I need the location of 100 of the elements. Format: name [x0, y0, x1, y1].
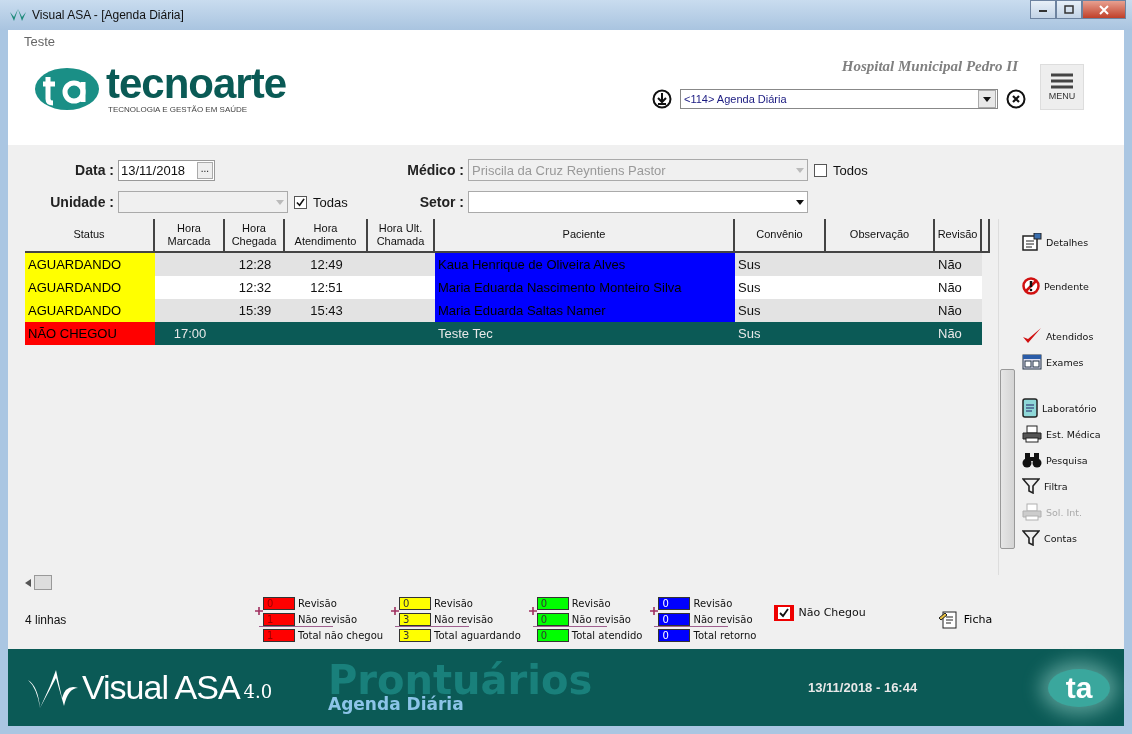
- table-row[interactable]: NÃO CHEGOU 17:00 Teste Tec Sus Não: [25, 321, 982, 345]
- table-cell: Maria Eduarda Saltas Namer: [435, 298, 735, 322]
- table-cell-text: Não: [937, 255, 963, 274]
- count-badge: 0: [536, 612, 569, 626]
- side-button[interactable]: Exames: [1016, 349, 1124, 375]
- window-title: Visual ASA - [Agenda Diária]: [32, 8, 185, 22]
- date-time: 13/11/2018 - 16:44: [808, 680, 919, 695]
- side-button[interactable]: Pesquisa: [1016, 447, 1124, 473]
- download-icon[interactable]: [652, 89, 672, 109]
- count-label: Revisão: [570, 597, 611, 611]
- field-label: Setor :: [418, 194, 465, 210]
- count-badge: 0: [399, 597, 432, 611]
- table-cell: Maria Eduarda Nascimento Monteiro Silva: [435, 275, 735, 299]
- count-label: Total retorno: [692, 629, 757, 643]
- column-header[interactable]: Paciente: [435, 218, 735, 253]
- checkbox[interactable]: [294, 195, 307, 209]
- column-header[interactable]: Status: [25, 218, 155, 253]
- count-label: Não revisão: [433, 612, 494, 626]
- column-header[interactable]: Revisão: [935, 218, 982, 253]
- plus-icon: [255, 607, 263, 616]
- date-picker-button[interactable]: ...: [196, 161, 213, 179]
- logo-text: tecnoarte: [106, 63, 287, 105]
- column-header[interactable]: Hora Ult. Chamada: [368, 218, 435, 253]
- count-label: Total aguardando: [433, 629, 521, 643]
- count-label: Revisão: [692, 597, 733, 611]
- count-label: Revisão: [433, 597, 473, 611]
- form-icon: [937, 609, 958, 630]
- side-button[interactable]: Atendidos: [1016, 323, 1124, 349]
- footer-logo: ta: [1048, 668, 1110, 707]
- checkbox-label: Todas: [313, 194, 348, 210]
- count-label: Não revisão: [570, 612, 631, 626]
- table-row[interactable]: AGUARDANDO 12:28 12:49 Kaua Henrique de Oliveira Alves Sus Não: [25, 252, 982, 276]
- menu-icon: [1051, 73, 1073, 89]
- field-label: Data :: [74, 162, 115, 178]
- document-icon: [1022, 233, 1042, 251]
- table-cell-text: Não: [937, 278, 963, 297]
- maximize-button[interactable]: [1056, 0, 1082, 19]
- side-button[interactable]: Est. Médica: [1016, 421, 1124, 447]
- arrow-left-icon[interactable]: [25, 578, 31, 587]
- column-header[interactable]: Convênio: [735, 218, 826, 253]
- count-badge: 0: [658, 612, 691, 626]
- table-row[interactable]: AGUARDANDO 15:39 15:43 Maria Eduarda Saltas Namer Sus Não: [25, 298, 982, 322]
- close-button[interactable]: [1082, 0, 1126, 19]
- plus-icon: [650, 607, 659, 616]
- table-cell-text: Não: [937, 301, 963, 320]
- hospital-name: Hospital Municipal Pedro II: [841, 58, 1018, 75]
- column-header[interactable]: Hora Marcada: [155, 218, 225, 253]
- count-badge: 1: [263, 612, 295, 626]
- count-label: Não revisão: [692, 612, 753, 626]
- side-button[interactable]: Detalhes: [1016, 229, 1124, 255]
- table-cell: AGUARDANDO: [25, 252, 155, 276]
- printer-icon: [1022, 503, 1042, 521]
- caret-icon: [796, 167, 804, 173]
- table-cell-text: Sus: [737, 255, 762, 274]
- logo-icon: [34, 66, 100, 111]
- side-button[interactable]: Filtra: [1016, 473, 1124, 499]
- count-badge: 3: [399, 612, 432, 626]
- check-icon: [779, 607, 790, 618]
- check-icon: [296, 197, 305, 207]
- count-badge: 0: [658, 597, 691, 611]
- table-cell-text: 17:00: [172, 324, 208, 343]
- column-header[interactable]: Observação: [826, 218, 935, 253]
- count-label: Total não chegou: [297, 629, 384, 643]
- product-name: Visual ASA: [82, 668, 240, 707]
- logo-tagline: TECNOLOGIA E GESTÃO EM SAÚDE: [108, 105, 249, 114]
- field-label: Médico :: [406, 162, 465, 178]
- checkbox[interactable]: [814, 163, 827, 177]
- column-header[interactable]: Hora Chegada: [225, 218, 285, 253]
- table-cell-text: 15:39: [237, 301, 273, 320]
- table-cell-text: 12:51: [309, 278, 344, 297]
- count-badge: 0: [263, 597, 295, 611]
- funnel-icon: [1022, 478, 1040, 494]
- plus-icon: [528, 607, 537, 616]
- side-button[interactable]: Laboratório: [1016, 395, 1124, 421]
- count-label: Não revisão: [297, 612, 358, 626]
- checkbox-label: Não Chegou: [798, 606, 866, 620]
- close-icon: [1099, 4, 1109, 15]
- table-cell-text: 12:49: [309, 255, 344, 274]
- product-version: 4.0: [243, 681, 273, 702]
- close-icon[interactable]: [1006, 89, 1026, 109]
- date-field[interactable]: 13/11/2018 ...: [118, 159, 215, 181]
- scrollbar-thumb[interactable]: [34, 575, 52, 591]
- side-button[interactable]: Pendente: [1016, 273, 1124, 299]
- count-label: Total atendido: [570, 629, 643, 643]
- table-cell: AGUARDANDO: [25, 275, 155, 299]
- menu-button[interactable]: MENU: [1040, 64, 1084, 110]
- table-cell-text: Teste Tec: [437, 324, 494, 343]
- side-button[interactable]: Contas: [1016, 525, 1124, 551]
- module-select[interactable]: <114> Agenda Diária: [680, 89, 998, 109]
- table-cell: AGUARDANDO: [25, 298, 155, 322]
- ficha-button[interactable]: Ficha: [937, 609, 993, 630]
- plus-icon: [391, 607, 400, 616]
- column-header[interactable]: [982, 218, 990, 253]
- count-badge: 0: [536, 597, 569, 611]
- table-row[interactable]: AGUARDANDO 12:32 12:51 Maria Eduarda Nascimento Monteiro Silva Sus Não: [25, 275, 982, 299]
- minimize-button[interactable]: [1030, 0, 1056, 19]
- checkbox[interactable]: [774, 604, 795, 621]
- table-cell-text: Sus: [737, 324, 762, 343]
- table-cell: Kaua Henrique de Oliveira Alves: [435, 252, 735, 276]
- column-header[interactable]: Hora Atendimento: [285, 218, 368, 253]
